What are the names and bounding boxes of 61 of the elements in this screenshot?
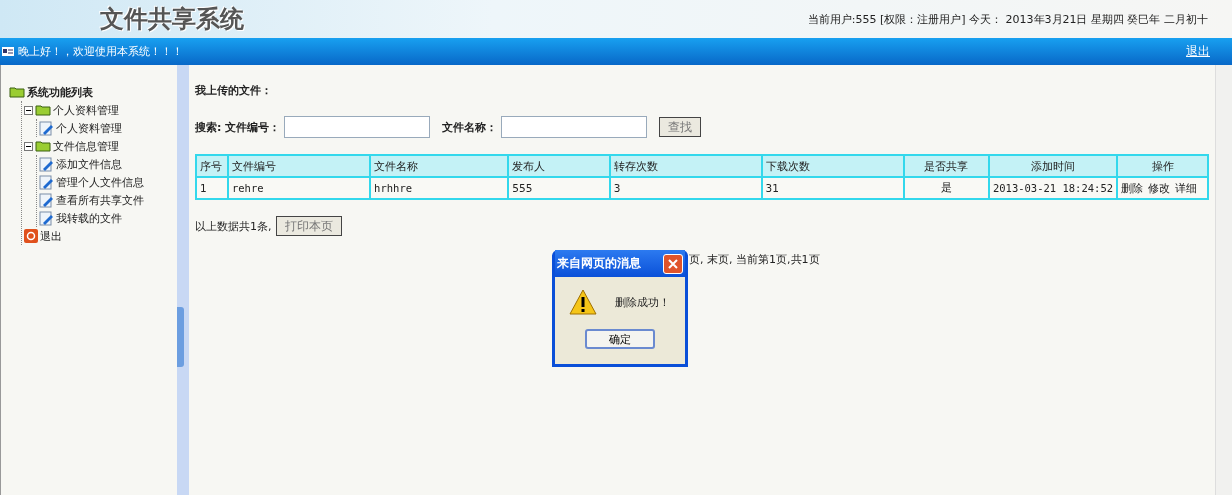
column-header: 文件名称 (370, 155, 509, 177)
tree-item[interactable]: 管理个人文件信息 (56, 174, 144, 190)
table-cell: 31 (761, 177, 904, 199)
search-field[interactable] (501, 116, 648, 138)
field-label: 文件名称： (442, 119, 498, 135)
card-icon (2, 47, 14, 56)
folder-icon (9, 86, 25, 98)
column-header: 操作 (1117, 155, 1209, 177)
table-cell: 3 (609, 177, 762, 199)
action-link[interactable]: 详细 (1175, 181, 1198, 195)
column-header: 发布人 (508, 155, 610, 177)
edit-page-icon (39, 192, 54, 208)
search-label: 搜索: (195, 119, 222, 135)
edit-page-icon (39, 210, 54, 226)
tree-item[interactable]: 查看所有共享文件 (56, 192, 144, 208)
tree-item[interactable]: 退出 (40, 228, 62, 244)
table-cell: hrhhre (370, 177, 509, 199)
edit-page-icon (39, 174, 54, 190)
collapse-handle[interactable] (177, 307, 185, 367)
tree-item[interactable]: 文件信息管理 (53, 138, 119, 154)
folder-icon (35, 104, 51, 116)
column-header: 序号 (196, 155, 228, 177)
folder-icon (35, 140, 51, 152)
dialog-message: 删除成功！ (615, 294, 671, 310)
user-info: 当前用户:555 [权限：注册用户] 今天： 2013年3月21日 星期四 癸巳年 二月初十 (807, 11, 1208, 27)
greeting: 晚上好！，欢迎使用本系统！！！ (18, 44, 183, 59)
edit-page-icon (39, 156, 54, 172)
tree-item[interactable]: 个人资料管理 (53, 102, 119, 118)
logo: 文件共享系统 (100, 3, 244, 35)
field-label: 文件编号： (225, 119, 281, 135)
column-header: 文件编号 (227, 155, 371, 177)
table-cell: rehre (227, 177, 371, 199)
table-cell: 2013-03-21 18:24:52 (988, 177, 1118, 199)
collapse-icon[interactable] (24, 141, 33, 151)
pagination-text: 页, 末页, 当前第1页,共1页 (689, 252, 820, 267)
table-cell: 555 (508, 177, 610, 199)
action-link[interactable]: 修改 (1148, 181, 1171, 195)
search-button[interactable]: 查找 (659, 117, 702, 137)
search-field[interactable] (284, 116, 431, 138)
tree-item[interactable]: 添加文件信息 (56, 156, 122, 172)
exit-icon (24, 229, 38, 243)
column-header: 下载次数 (761, 155, 904, 177)
table-cell: 1 (196, 177, 228, 199)
ok-button[interactable]: 确定 (585, 329, 656, 349)
section-title: 我上传的文件： (195, 83, 274, 98)
tree-item[interactable]: 个人资料管理 (56, 120, 122, 136)
print-button[interactable]: 打印本页 (275, 216, 342, 236)
scrollbar[interactable] (1215, 65, 1232, 495)
dialog-title: 来自网页的消息 (557, 255, 642, 272)
column-header: 转存次数 (609, 155, 762, 177)
action-link[interactable]: 删除 (1121, 181, 1144, 195)
column-header: 添加时间 (988, 155, 1118, 177)
collapse-icon[interactable] (24, 105, 33, 115)
column-header: 是否共享 (903, 155, 989, 177)
edit-page-icon (39, 120, 54, 136)
table-cell: 是 (903, 177, 989, 199)
warning-icon (569, 289, 598, 315)
logout-link[interactable]: 退出 (1186, 43, 1210, 60)
tree-item[interactable]: 我转载的文件 (56, 210, 122, 226)
tree-item[interactable]: 系统功能列表 (27, 84, 93, 100)
summary-text: 以上数据共1条, (195, 218, 272, 234)
